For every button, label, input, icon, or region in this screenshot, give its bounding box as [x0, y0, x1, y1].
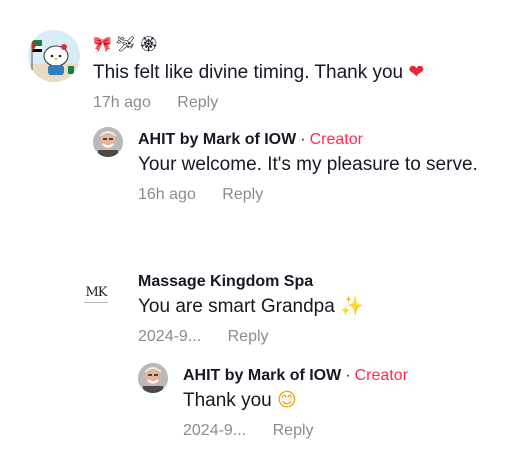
reply-time: 16h ago: [138, 186, 196, 203]
comment-meta: 17h ago Reply: [93, 93, 424, 113]
username-emojis[interactable]: 🎀 🛩 🏵: [93, 36, 424, 54]
reply-button[interactable]: Reply: [273, 422, 314, 439]
user-avatar[interactable]: [28, 30, 80, 82]
massage-kingdom-logo-avatar[interactable]: MK: [74, 272, 118, 316]
hello-kitty-avatar-icon: [28, 30, 80, 82]
comment-text: You are smart Grandpa ✨: [138, 294, 364, 320]
grandpa-avatar-icon: [93, 127, 123, 157]
creator-badge: Creator: [354, 367, 408, 384]
creator-badge: Creator: [309, 131, 363, 148]
reply-time: 2024-9...: [183, 422, 247, 439]
creator-avatar[interactable]: [93, 127, 123, 157]
comment-body: 🎀 🛩 🏵 This felt like divine timing. Than…: [93, 36, 424, 113]
username-separator: ·: [345, 367, 351, 384]
comment-body: Massage Kingdom Spa You are smart Grandp…: [138, 272, 364, 347]
comment-username[interactable]: Massage Kingdom Spa: [138, 272, 364, 292]
reply-button[interactable]: Reply: [177, 94, 218, 111]
reply-meta: 16h ago Reply: [138, 185, 478, 205]
comment-2: MK Massage Kingdom Spa You are smart Gra…: [0, 262, 529, 352]
comment-1: 🎀 🛩 🏵 This felt like divine timing. Than…: [0, 0, 529, 120]
reply-username[interactable]: AHIT by Mark of IOW · Creator: [138, 130, 478, 150]
reply-button[interactable]: Reply: [222, 186, 263, 203]
reply-text-content: Thank you: [183, 390, 272, 411]
comment-text: This felt like divine timing. Thank you …: [93, 60, 424, 86]
reply-username[interactable]: AHIT by Mark of IOW · Creator: [183, 366, 408, 386]
heart-emoji-icon: ❤: [408, 62, 425, 83]
smiling-face-emoji-icon: 😊: [277, 390, 297, 411]
reply-body: AHIT by Mark of IOW · Creator Thank you 😊 …: [183, 366, 408, 441]
reply-username-text: AHIT by Mark of IOW: [138, 131, 297, 148]
creator-avatar[interactable]: [138, 363, 168, 393]
sparkles-emoji-icon: ✨: [340, 296, 364, 317]
comment-text-content: You are smart Grandpa: [138, 296, 335, 317]
reply-username-text: AHIT by Mark of IOW: [183, 367, 342, 384]
reply-meta: 2024-9... Reply: [183, 421, 408, 441]
mk-logo-text: MK: [85, 285, 107, 300]
reply-text: Your welcome. It's my pleasure to serve.: [138, 154, 478, 175]
mk-logo-underline: [84, 302, 108, 303]
comment-time: 17h ago: [93, 94, 151, 111]
comment-time: 2024-9...: [138, 328, 202, 345]
username-separator: ·: [300, 131, 306, 148]
reply-1: AHIT by Mark of IOW · Creator Your welcome…: [0, 120, 529, 220]
reply-body: AHIT by Mark of IOW · Creator Your welcome…: [138, 130, 478, 205]
grandpa-avatar-icon: [138, 363, 168, 393]
reply-button[interactable]: Reply: [228, 328, 269, 345]
reply-text: Thank you 😊: [183, 388, 408, 414]
comment-meta: 2024-9... Reply: [138, 327, 364, 347]
reply-2: AHIT by Mark of IOW · Creator Thank you 😊 …: [0, 356, 529, 456]
comment-text-content: This felt like divine timing. Thank you: [93, 62, 404, 83]
